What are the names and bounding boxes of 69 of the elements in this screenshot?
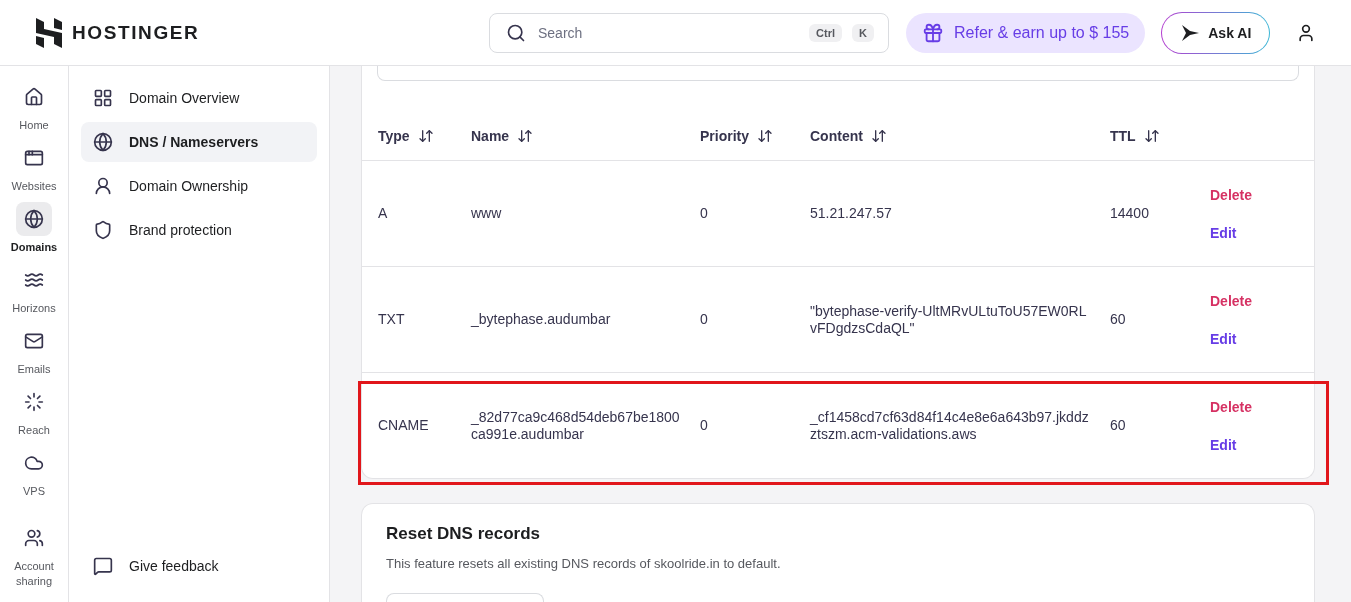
table-cell-text: _cf1458cd7cf63d84f14c4e8e6a643b97.jkddzztszm.acm-validations.aws — [810, 408, 1090, 443]
globe-icon — [24, 209, 44, 229]
rail-item[interactable]: Horizons — [2, 263, 66, 316]
globe-icon — [93, 132, 113, 152]
delete-link[interactable]: Delete — [1210, 186, 1253, 203]
table-cell-text: TXT — [378, 311, 406, 328]
waves-icon — [24, 270, 44, 290]
edit-link[interactable]: Edit — [1210, 224, 1237, 241]
column-header[interactable]: Name — [471, 127, 700, 144]
card-description: This feature resets all existing DNS records of skoolride.in to default. — [386, 556, 782, 571]
table-cell-text: "bytephase-verify-UltMRvULtuToU57EW0RLvFDgdzsCdaQL" — [810, 302, 1088, 337]
rail-item[interactable]: Emails — [2, 324, 66, 377]
window-icon — [24, 148, 44, 168]
subnav-item[interactable]: Domain Overview — [81, 78, 317, 118]
delete-link[interactable]: Delete — [1210, 292, 1253, 309]
cloud-icon — [24, 453, 44, 473]
sort-icon — [417, 127, 434, 144]
rail-item[interactable]: Reach — [2, 385, 66, 438]
table-cell-text: 60 — [1110, 417, 1127, 434]
feedback-link[interactable]: Give feedback — [81, 546, 317, 586]
brand-name: HOSTINGER — [72, 21, 200, 44]
column-header[interactable]: Type — [378, 127, 471, 144]
card-title: Reset DNS records — [386, 524, 541, 544]
table-cell-text: 14400 — [1110, 205, 1150, 222]
refer-button[interactable]: Refer & earn up to $ 155 — [906, 12, 1146, 53]
search-field[interactable]: Search Ctrl K — [489, 12, 889, 53]
table-cell-text: A — [378, 205, 389, 222]
user-icon — [93, 176, 113, 196]
column-header[interactable]: TTL — [1110, 127, 1210, 144]
search-icon — [506, 22, 526, 43]
table-cell-text: _82d77ca9c468d54deb67be1800ca991e.audumbar — [471, 408, 681, 443]
edit-link[interactable]: Edit — [1210, 436, 1237, 453]
grid-icon — [93, 88, 113, 108]
chat-icon — [93, 556, 113, 576]
sort-icon — [517, 127, 534, 144]
table-cell-text: 0 — [700, 205, 709, 222]
table-cell-text: _bytephase.audumbar — [471, 311, 612, 328]
logo-icon — [36, 17, 62, 48]
dots-icon — [24, 392, 44, 412]
shortcut-key: Ctrl — [809, 23, 843, 42]
search-input[interactable]: Search — [536, 23, 800, 42]
sort-icon — [1143, 127, 1160, 144]
home-icon — [24, 87, 44, 107]
sort-icon — [757, 127, 773, 144]
subnav-item[interactable]: Brand protection — [81, 210, 317, 250]
subnav-item[interactable]: DNS / Nameservers — [81, 122, 317, 162]
subnav-item[interactable]: Domain Ownership — [81, 166, 317, 206]
table-cell-text: www — [471, 205, 503, 222]
shortcut-key: K — [852, 23, 874, 42]
rail-item[interactable]: VPS — [2, 446, 66, 499]
edit-link[interactable]: Edit — [1210, 330, 1237, 347]
rail-item[interactable]: Websites — [2, 141, 66, 194]
sort-icon — [870, 127, 887, 144]
ask-ai-button[interactable]: Ask AI — [1161, 11, 1271, 54]
table-cell-text: 0 — [700, 311, 709, 328]
delete-link[interactable]: Delete — [1210, 398, 1253, 415]
column-header[interactable]: Content — [810, 127, 1110, 144]
table-cell-text: 0 — [700, 417, 709, 434]
table-cell-text: 60 — [1110, 311, 1127, 328]
rail-item[interactable]: Account sharing — [2, 521, 66, 589]
table-cell-text: 51.21.247.57 — [810, 205, 893, 222]
users-icon — [24, 528, 44, 548]
gift-icon — [922, 21, 944, 44]
shield-icon — [93, 220, 113, 240]
mail-icon — [24, 331, 44, 351]
rail-item[interactable]: Domains — [2, 202, 66, 255]
rail-item[interactable]: Home — [2, 80, 66, 133]
column-header[interactable]: Priority — [700, 127, 810, 144]
table-cell-text: CNAME — [378, 417, 430, 434]
